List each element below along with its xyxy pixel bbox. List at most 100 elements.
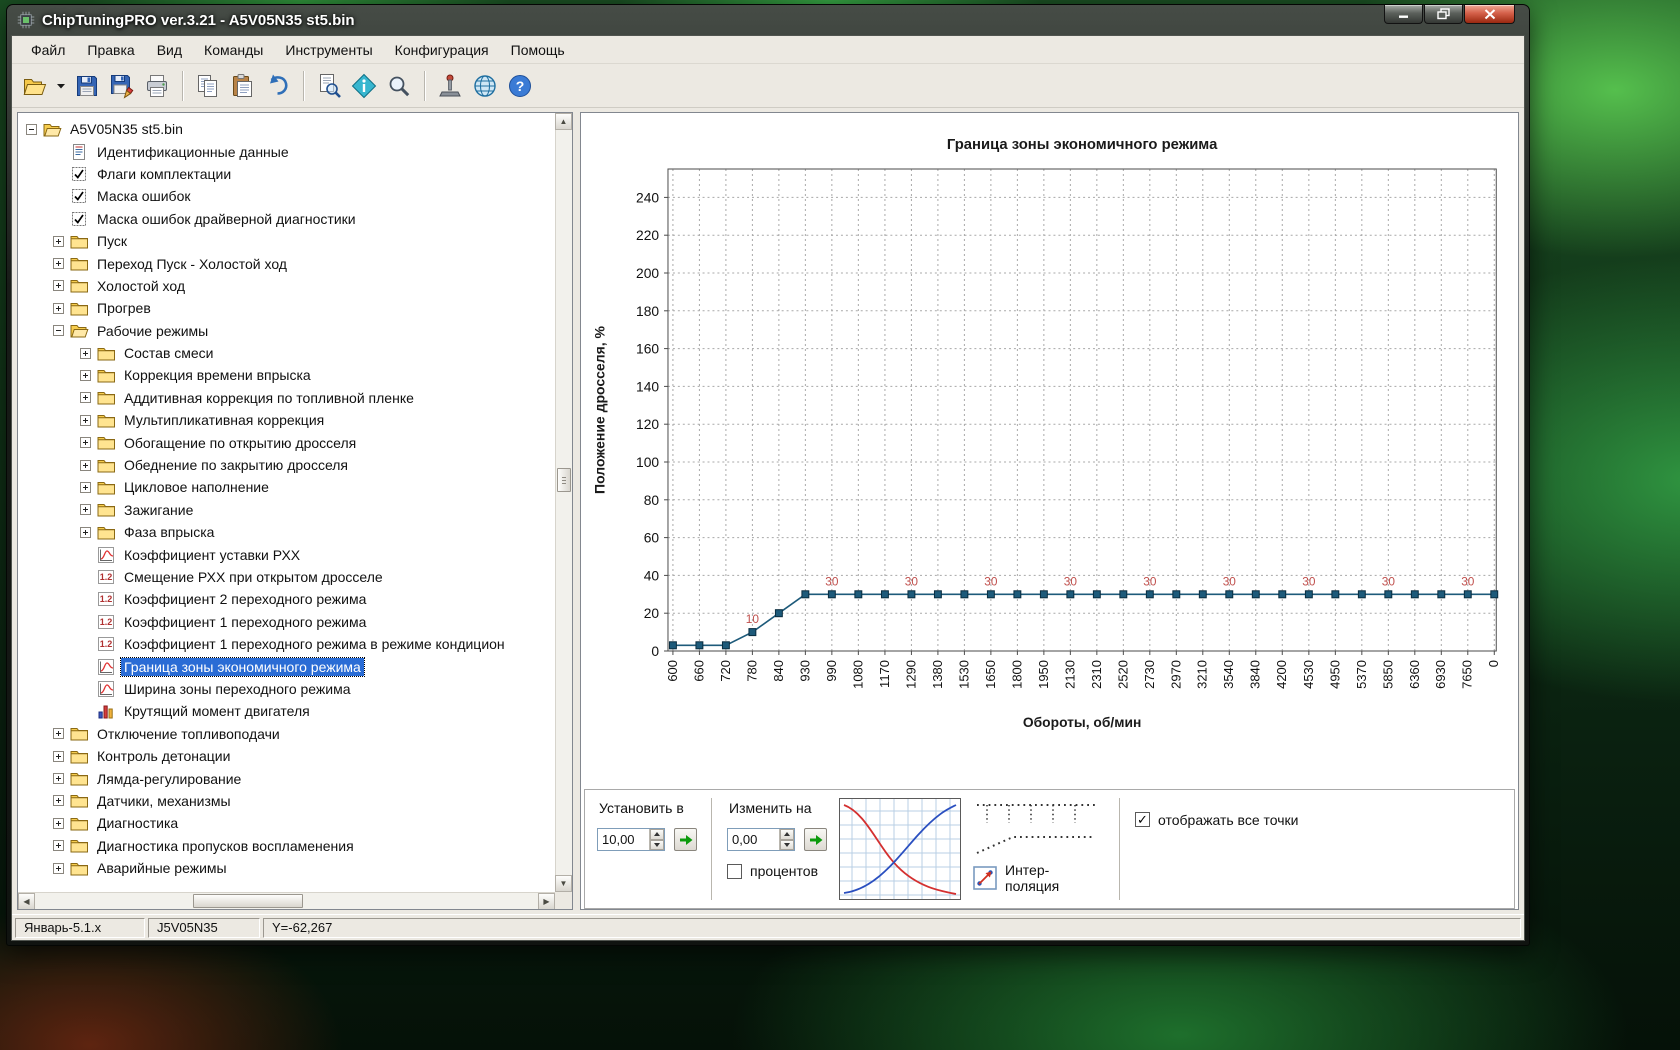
globe-button[interactable] bbox=[468, 69, 502, 103]
tree-item[interactable]: Отключение топливоподачи bbox=[20, 723, 553, 745]
expand-plus-icon[interactable] bbox=[80, 459, 91, 471]
tree-item-label[interactable]: Обеднение по закрытию дросселя bbox=[121, 456, 351, 474]
close-button[interactable] bbox=[1464, 5, 1515, 24]
tree-item-label[interactable]: Состав смеси bbox=[121, 344, 217, 362]
tree-item-label[interactable]: Крутящий момент двигателя bbox=[121, 702, 313, 720]
tree-item-label[interactable]: Ширина зоны переходного режима bbox=[121, 680, 354, 698]
tree-item[interactable]: Цикловое наполнение bbox=[20, 476, 553, 498]
search-button[interactable] bbox=[382, 69, 416, 103]
tree-item-label[interactable]: Фаза впрыска bbox=[121, 523, 217, 541]
expand-plus-icon[interactable] bbox=[80, 504, 91, 516]
expand-plus-icon[interactable] bbox=[53, 840, 64, 852]
tree-item-label[interactable]: Переход Пуск - Холостой ход bbox=[94, 255, 290, 273]
tree-item-label[interactable]: Датчики, механизмы bbox=[94, 792, 234, 810]
apply-change-button[interactable] bbox=[804, 828, 827, 851]
expand-plus-icon[interactable] bbox=[80, 347, 91, 359]
percent-checkbox[interactable] bbox=[727, 863, 742, 879]
tree-item[interactable]: Диагностика bbox=[20, 812, 553, 834]
tree-item-label[interactable]: A5V05N35 st5.bin bbox=[67, 120, 186, 138]
interpolation-pattern-step[interactable] bbox=[973, 798, 1105, 828]
expand-plus-icon[interactable] bbox=[53, 235, 64, 247]
paste-button[interactable] bbox=[226, 69, 260, 103]
tree-item[interactable]: Лямда-регулирование bbox=[20, 767, 553, 789]
tree-item-label[interactable]: Лямда-регулирование bbox=[94, 770, 244, 788]
tree-item-label[interactable]: Диагностика пропусков воспламенения bbox=[94, 837, 357, 855]
tree-item[interactable]: Мультипликативная коррекция bbox=[20, 409, 553, 431]
tree-item-label[interactable]: Коэффициент уставки РХХ bbox=[121, 546, 303, 564]
tree-item-label[interactable]: Отключение топливоподачи bbox=[94, 725, 283, 743]
expand-plus-icon[interactable] bbox=[80, 369, 91, 381]
set-spin-down-button[interactable] bbox=[650, 839, 664, 850]
set-value-input[interactable]: 10,00 bbox=[597, 828, 665, 851]
expand-plus-icon[interactable] bbox=[80, 414, 91, 426]
expand-plus-icon[interactable] bbox=[53, 862, 64, 874]
change-value-text[interactable]: 0,00 bbox=[728, 829, 779, 850]
tree-item-label[interactable]: Рабочие режимы bbox=[94, 322, 211, 340]
tree-item[interactable]: Крутящий момент двигателя bbox=[20, 700, 553, 722]
scroll-up-button[interactable]: ▲ bbox=[555, 113, 572, 130]
scroll-left-button[interactable]: ◀ bbox=[18, 893, 35, 909]
tree-item-label[interactable]: Диагностика bbox=[94, 814, 181, 832]
menu-item-configuration[interactable]: Конфигурация bbox=[384, 38, 500, 62]
menu-item-edit[interactable]: Правка bbox=[76, 38, 145, 62]
expand-plus-icon[interactable] bbox=[53, 258, 64, 270]
tree-item-label[interactable]: Холостой ход bbox=[94, 277, 188, 295]
tree-item[interactable]: Флаги комплектации bbox=[20, 163, 553, 185]
tree-item[interactable]: Маска ошибок драйверной диагностики bbox=[20, 208, 553, 230]
menu-item-view[interactable]: Вид bbox=[146, 38, 193, 62]
tree-item-label[interactable]: Коэффициент 1 переходного режима в режим… bbox=[121, 635, 508, 653]
tree-item-label[interactable]: Граница зоны экономичного режима bbox=[120, 656, 365, 677]
tree-item-label[interactable]: Прогрев bbox=[94, 299, 154, 317]
tree-item[interactable]: Идентификационные данные bbox=[20, 140, 553, 162]
tree-item[interactable]: Маска ошибок bbox=[20, 185, 553, 207]
tree-item-label[interactable]: Идентификационные данные bbox=[94, 143, 292, 161]
tree-item[interactable]: Ширина зоны переходного режима bbox=[20, 678, 553, 700]
tree-item[interactable]: Граница зоны экономичного режима bbox=[20, 655, 553, 677]
expand-plus-icon[interactable] bbox=[53, 728, 64, 740]
show-all-points-checkbox[interactable]: ✓ bbox=[1135, 812, 1150, 827]
save-as-button[interactable] bbox=[105, 69, 139, 103]
menu-item-tools[interactable]: Инструменты bbox=[274, 38, 383, 62]
economy-zone-chart[interactable]: 020406080100120140160180200220240600 660 7… bbox=[581, 113, 1518, 789]
vertical-scroll-thumb[interactable] bbox=[557, 468, 571, 492]
scroll-down-button[interactable]: ▼ bbox=[555, 875, 572, 892]
properties-button[interactable] bbox=[347, 69, 381, 103]
interpolation-pattern-smooth[interactable] bbox=[973, 828, 1105, 858]
menu-item-commands[interactable]: Команды bbox=[193, 38, 274, 62]
tree-item[interactable]: Аварийные режимы bbox=[20, 857, 553, 879]
tree-item[interactable]: Фаза впрыска bbox=[20, 521, 553, 543]
tree-item-label[interactable]: Смещение РХХ при открытом дросселе bbox=[121, 568, 386, 586]
tree-item-label[interactable]: Мультипликативная коррекция bbox=[121, 411, 327, 429]
change-value-input[interactable]: 0,00 bbox=[727, 828, 795, 851]
save-button[interactable] bbox=[70, 69, 104, 103]
tree-item[interactable]: Пуск bbox=[20, 230, 553, 252]
tree-item-label[interactable]: Зажигание bbox=[121, 501, 196, 519]
maximize-button[interactable] bbox=[1424, 5, 1463, 24]
tree-item-label[interactable]: Цикловое наполнение bbox=[121, 478, 272, 496]
expand-plus-icon[interactable] bbox=[80, 392, 91, 404]
tree-item-label[interactable]: Обогащение по открытию дросселя bbox=[121, 434, 359, 452]
expand-plus-icon[interactable] bbox=[80, 481, 91, 493]
horizontal-scroll-thumb[interactable] bbox=[193, 894, 303, 908]
tree-item-label[interactable]: Коррекция времени впрыска bbox=[121, 366, 314, 384]
tree-item-label[interactable]: Коэффициент 1 переходного режима bbox=[121, 613, 369, 631]
tools-button[interactable] bbox=[433, 69, 467, 103]
expand-plus-icon[interactable] bbox=[53, 302, 64, 314]
minimize-button[interactable] bbox=[1384, 5, 1423, 24]
tree-item[interactable]: Датчики, механизмы bbox=[20, 790, 553, 812]
tree-item-label[interactable]: Маска ошибок bbox=[94, 187, 193, 205]
open-dropdown-button[interactable] bbox=[53, 69, 69, 103]
tree-item-label[interactable]: Коэффициент 2 переходного режима bbox=[121, 590, 369, 608]
tree-item[interactable]: 1.2 Коэффициент 1 переходного режима в ре… bbox=[20, 633, 553, 655]
curve-preview[interactable] bbox=[839, 798, 961, 900]
help-button[interactable]: ? bbox=[503, 69, 537, 103]
expand-plus-icon[interactable] bbox=[80, 526, 91, 538]
expand-plus-icon[interactable] bbox=[53, 795, 64, 807]
tree-item[interactable]: Обеднение по закрытию дросселя bbox=[20, 454, 553, 476]
tree-item-label[interactable]: Пуск bbox=[94, 232, 130, 250]
print-button[interactable] bbox=[140, 69, 174, 103]
tree-item[interactable]: Рабочие режимы bbox=[20, 320, 553, 342]
expand-plus-icon[interactable] bbox=[53, 817, 64, 829]
menu-item-help[interactable]: Помощь bbox=[500, 38, 576, 62]
set-value-text[interactable]: 10,00 bbox=[598, 829, 649, 850]
